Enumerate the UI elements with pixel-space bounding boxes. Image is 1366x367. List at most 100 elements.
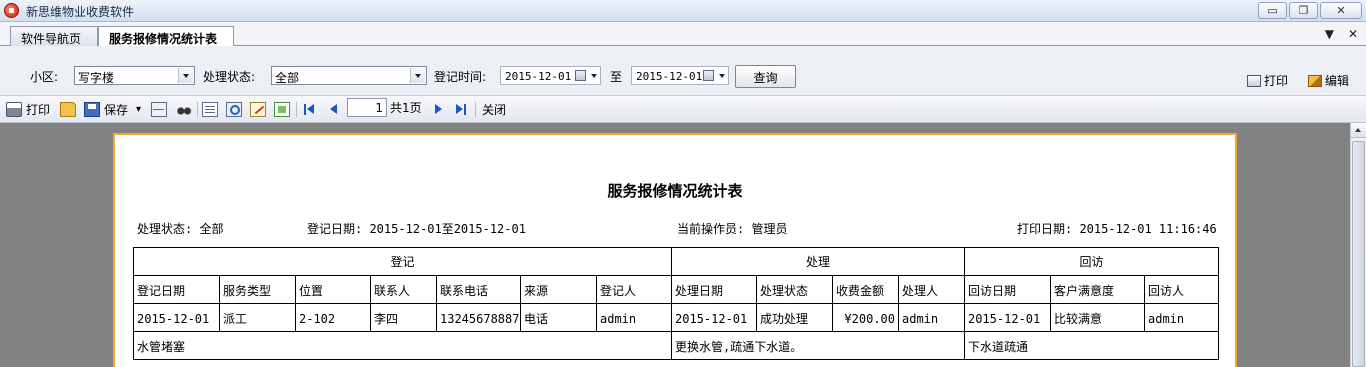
watermark-icon xyxy=(274,102,290,117)
restore-button[interactable]: ❐ xyxy=(1289,2,1318,19)
save-dropdown-icon[interactable]: ▾ xyxy=(136,104,141,115)
table-cell-amount: ¥200.00 xyxy=(832,303,899,332)
print-report-label: 打印 xyxy=(1264,74,1289,88)
page-setup-button[interactable] xyxy=(202,101,218,118)
chevron-down-icon xyxy=(591,74,597,78)
note-register: 水管堵塞 xyxy=(133,331,672,360)
print-report-button[interactable]: 打印 xyxy=(1247,72,1288,89)
last-page-button[interactable] xyxy=(455,101,467,118)
edit-icon xyxy=(250,102,266,117)
tab-close-icon[interactable]: ✕ xyxy=(1348,27,1358,41)
scroll-up-icon[interactable] xyxy=(1351,123,1366,138)
table-cell: 2-102 xyxy=(295,303,371,332)
status-select[interactable]: 全部 xyxy=(271,66,427,85)
scroll-thumb[interactable] xyxy=(1352,141,1365,367)
tab-list-dropdown-icon[interactable]: ▼ xyxy=(1325,27,1334,41)
prev-page-button[interactable] xyxy=(327,101,339,118)
status-label: 处理状态: xyxy=(203,70,256,84)
column-header: 回访日期 xyxy=(964,275,1051,304)
table-cell: 13245678887 xyxy=(436,303,521,332)
column-header: 处理状态 xyxy=(756,275,833,304)
column-header-row: 登记日期 服务类型 位置 联系人 联系电话 来源 登记人 处理日期 处理状态 收… xyxy=(133,275,1219,304)
report-status: 处理状态: 全部 xyxy=(137,222,224,236)
toolbar-separator xyxy=(197,102,198,117)
report-table: 登记 处理 回访 登记日期 服务类型 位置 联系人 联系电话 来源 登记人 处理… xyxy=(133,247,1219,360)
calendar-icon xyxy=(575,70,586,81)
toolbar-print-button[interactable]: 打印 xyxy=(6,101,50,118)
filter-bar: 小区: 写字楼 处理状态: 全部 登记时间: 2015-12-01 至 2015… xyxy=(0,46,1366,96)
tab-actions: ▼ ✕ xyxy=(1325,27,1358,41)
date-to-value: 2015-12-01 xyxy=(636,70,703,83)
last-page-icon xyxy=(455,103,467,116)
table-row: 2015-12-01 派工 2-102 李四 13245678887 电话 ad… xyxy=(133,303,1219,332)
chevron-down-icon xyxy=(719,74,725,78)
note-visit: 下水道疏通 xyxy=(964,331,1219,360)
table-cell: 派工 xyxy=(219,303,296,332)
chevron-down-icon xyxy=(410,68,425,83)
find-button[interactable] xyxy=(176,101,192,118)
date-from-value: 2015-12-01 xyxy=(505,70,572,83)
notes-row: 水管堵塞 更换水管,疏通下水道。 下水道疏通 xyxy=(133,331,1219,360)
group-process: 处理 xyxy=(671,247,965,276)
chevron-down-icon xyxy=(178,68,193,83)
table-cell: 电话 xyxy=(520,303,597,332)
toolbar-separator xyxy=(296,102,297,117)
document-tabs: 软件导航页 服务报修情况统计表 ▼ ✕ xyxy=(0,22,1366,47)
window-titlebar: 新思维物业收费软件 ▭ ❐ ✕ xyxy=(0,0,1366,22)
tab-navigation[interactable]: 软件导航页 xyxy=(10,26,98,46)
area-select[interactable]: 写字楼 xyxy=(74,66,195,85)
page-number-group: 1 共1页 xyxy=(347,98,422,117)
table-cell: admin xyxy=(596,303,672,332)
printer-icon xyxy=(1247,74,1261,87)
minimize-button[interactable]: ▭ xyxy=(1258,2,1287,19)
area-select-value: 写字楼 xyxy=(78,71,115,85)
next-page-button[interactable] xyxy=(432,101,444,118)
date-label: 登记时间: xyxy=(434,70,487,84)
column-header: 位置 xyxy=(295,275,371,304)
design-button[interactable] xyxy=(250,101,266,118)
column-header: 来源 xyxy=(520,275,597,304)
table-cell: 2015-12-01 xyxy=(964,303,1051,332)
send-email-button[interactable] xyxy=(151,101,167,118)
toolbar-print-label: 打印 xyxy=(26,103,51,117)
date-from-picker[interactable]: 2015-12-01 xyxy=(500,66,601,85)
close-window-button[interactable]: ✕ xyxy=(1320,2,1362,19)
table-cell: admin xyxy=(1144,303,1219,332)
binoculars-icon xyxy=(176,102,192,117)
area-label: 小区: xyxy=(30,70,59,84)
edit-report-label: 编辑 xyxy=(1325,74,1350,88)
vertical-scrollbar[interactable] xyxy=(1350,123,1366,367)
first-page-button[interactable] xyxy=(303,101,315,118)
report-date-range: 登记日期: 2015-12-01至2015-12-01 xyxy=(307,222,526,236)
folder-open-icon xyxy=(60,102,76,117)
page-number-input[interactable]: 1 xyxy=(347,98,387,117)
zoom-button[interactable] xyxy=(226,101,242,118)
group-header-row: 登记 处理 回访 xyxy=(133,247,1219,276)
column-header: 客户满意度 xyxy=(1050,275,1145,304)
minimize-icon: ▭ xyxy=(1267,4,1278,17)
column-header: 服务类型 xyxy=(219,275,296,304)
next-page-icon xyxy=(432,103,444,116)
mail-icon xyxy=(151,102,167,117)
watermark-button[interactable] xyxy=(274,101,290,118)
close-icon: ✕ xyxy=(1336,4,1346,17)
column-header: 回访人 xyxy=(1144,275,1219,304)
date-to-picker[interactable]: 2015-12-01 xyxy=(631,66,729,85)
tab-repair-report[interactable]: 服务报修情况统计表 xyxy=(98,26,234,47)
edit-report-button[interactable]: 编辑 xyxy=(1308,72,1349,89)
column-header: 联系人 xyxy=(370,275,437,304)
open-button[interactable] xyxy=(60,101,76,118)
close-viewer-button[interactable]: 关闭 xyxy=(482,101,506,118)
table-cell: 2015-12-01 xyxy=(671,303,757,332)
report-title: 服务报修情况统计表 xyxy=(607,182,743,200)
query-button[interactable]: 查询 xyxy=(735,65,796,88)
report-operator: 当前操作员: 管理员 xyxy=(677,222,788,236)
calendar-icon xyxy=(703,70,714,81)
save-label: 保存 xyxy=(104,103,129,117)
table-cell: 比较满意 xyxy=(1050,303,1145,332)
first-page-icon xyxy=(303,103,315,116)
column-header: 登记日期 xyxy=(133,275,220,304)
save-button[interactable]: 保存 ▾ xyxy=(84,101,141,118)
prev-page-icon xyxy=(327,103,339,116)
table-cell: admin xyxy=(898,303,965,332)
